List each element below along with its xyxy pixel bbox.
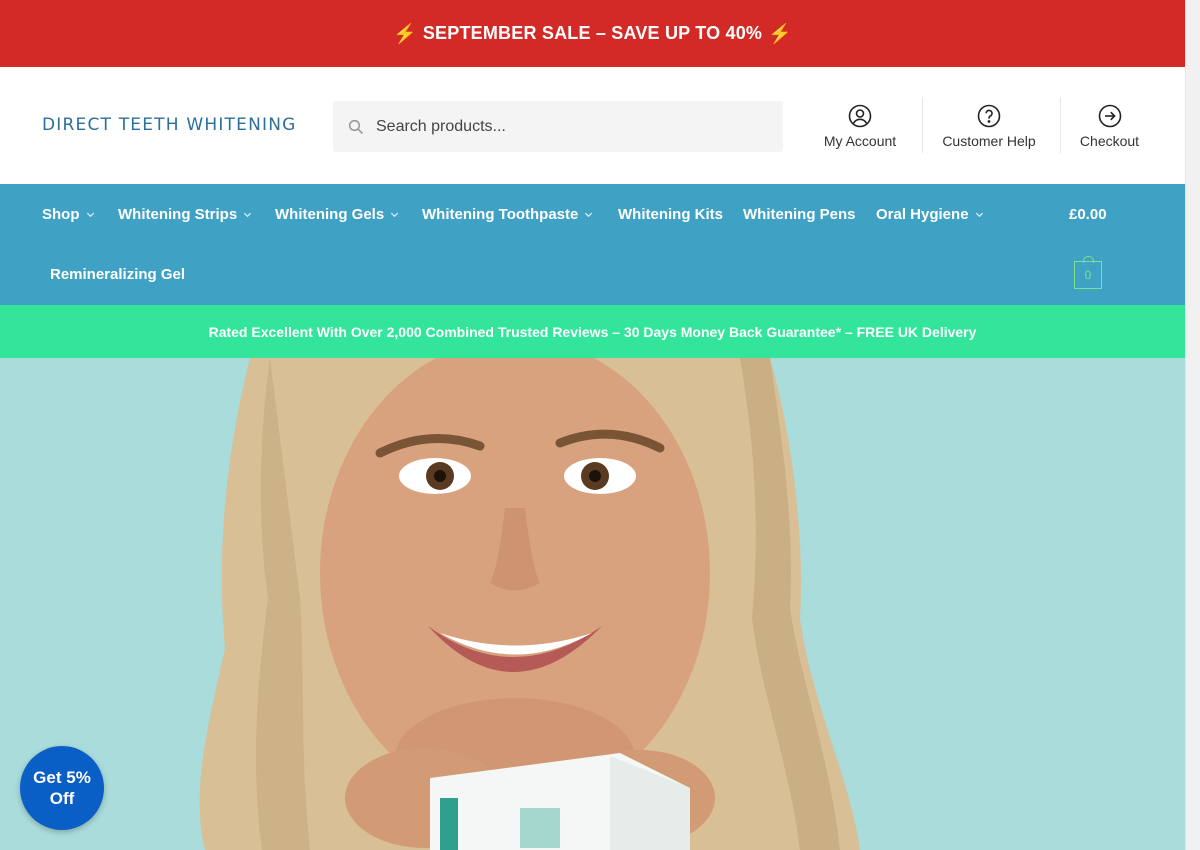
lightning-icon: ⚡ — [392, 23, 417, 45]
customer-help-link[interactable]: Customer Help — [935, 97, 1043, 153]
nav-item-whitening-gels[interactable]: Whitening Gels — [275, 206, 399, 223]
header-divider — [922, 97, 923, 153]
nav-item-whitening-pens[interactable]: Whitening Pens — [743, 206, 856, 223]
hero-image — [199, 358, 860, 850]
nav-item-shop[interactable]: Shop — [42, 206, 95, 223]
nav-item-label: Shop — [42, 206, 80, 223]
customer-help-label: Customer Help — [942, 133, 1036, 149]
chevron-down-icon — [585, 212, 593, 218]
nav-item-label: Whitening Strips — [118, 206, 238, 223]
main-navigation: Shop Whitening Strips Whitening Gels Whi… — [0, 184, 1185, 305]
cart-total[interactable]: £0.00 — [1069, 206, 1107, 223]
checkout-link[interactable]: Checkout — [1072, 97, 1147, 153]
header-divider — [1060, 97, 1061, 153]
chevron-down-icon — [86, 212, 94, 218]
nav-item-label: Oral Hygiene — [876, 206, 969, 223]
site-header: DIRECT TEETH WHITENING My Account Custom… — [0, 67, 1185, 184]
page-scrollbar[interactable] — [1185, 0, 1200, 850]
sale-banner-text: SEPTEMBER SALE – SAVE UP TO 40% — [422, 23, 763, 43]
search-input[interactable] — [376, 117, 756, 136]
chevron-down-icon — [391, 212, 399, 218]
nav-item-label: Whitening Kits — [618, 206, 723, 223]
nav-item-label: Remineralizing Gel — [50, 266, 186, 283]
chevron-down-icon — [975, 212, 983, 218]
nav-item-whitening-strips[interactable]: Whitening Strips — [118, 206, 252, 223]
trust-banner: Rated Excellent With Over 2,000 Combined… — [0, 305, 1185, 358]
cart-bag-icon[interactable]: 0 — [1074, 256, 1102, 289]
nav-item-whitening-toothpaste[interactable]: Whitening Toothpaste — [422, 206, 593, 223]
page: ⚡ SEPTEMBER SALE – SAVE UP TO 40% ⚡ DIRE… — [0, 0, 1200, 850]
search-bar[interactable] — [333, 101, 783, 152]
my-account-link[interactable]: My Account — [815, 97, 905, 153]
checkout-label: Checkout — [1079, 133, 1140, 149]
my-account-label: My Account — [823, 133, 897, 149]
nav-item-label: Whitening Gels — [275, 206, 385, 223]
nav-item-label: Whitening Pens — [743, 206, 856, 223]
discount-popup-button[interactable]: Get 5% Off — [20, 746, 104, 830]
sale-banner[interactable]: ⚡ SEPTEMBER SALE – SAVE UP TO 40% ⚡ — [0, 0, 1185, 67]
help-icon — [977, 104, 1001, 128]
nav-item-whitening-kits[interactable]: Whitening Kits — [618, 206, 723, 223]
search-icon — [348, 119, 364, 134]
nav-item-remineralizing-gel[interactable]: Remineralizing Gel — [50, 266, 185, 283]
account-icon — [848, 104, 872, 128]
checkout-arrow-icon — [1098, 104, 1121, 128]
chevron-down-icon — [244, 212, 252, 218]
lightning-icon: ⚡ — [768, 23, 792, 45]
nav-item-label: Whitening Toothpaste — [422, 206, 579, 223]
hero-banner[interactable] — [0, 358, 1185, 850]
trust-banner-text: Rated Excellent With Over 2,000 Combined… — [208, 323, 977, 340]
cart-count: 0 — [1084, 268, 1092, 282]
site-logo[interactable]: DIRECT TEETH WHITENING — [42, 115, 297, 135]
nav-item-oral-hygiene[interactable]: Oral Hygiene — [876, 206, 984, 223]
